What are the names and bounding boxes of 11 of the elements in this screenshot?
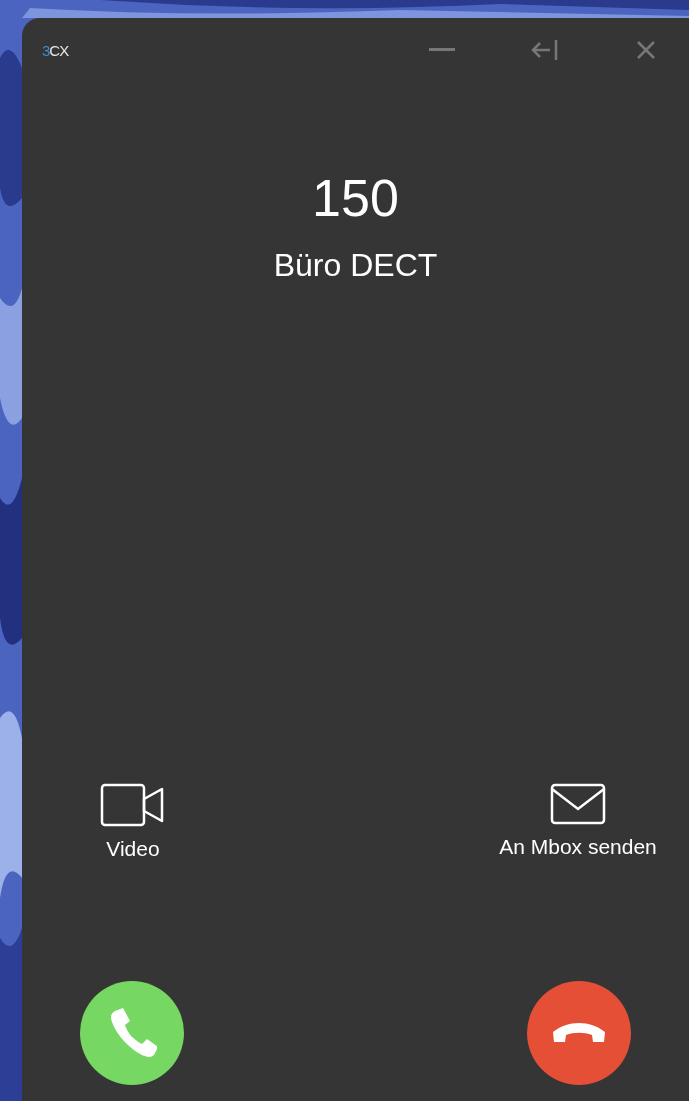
envelope-icon [550, 783, 606, 825]
mail-action-button[interactable]: An Mbox senden [478, 783, 678, 861]
caller-number: 150 [312, 168, 399, 228]
app-logo: 3CX [42, 41, 70, 59]
caller-name: Büro DECT [273, 246, 438, 284]
hang-up-icon [551, 1022, 607, 1044]
arrow-left-bar-icon [530, 38, 558, 62]
video-action-button[interactable]: Video [33, 783, 233, 861]
video-camera-icon [100, 783, 166, 827]
close-icon [636, 40, 656, 60]
minimize-icon [429, 48, 455, 52]
